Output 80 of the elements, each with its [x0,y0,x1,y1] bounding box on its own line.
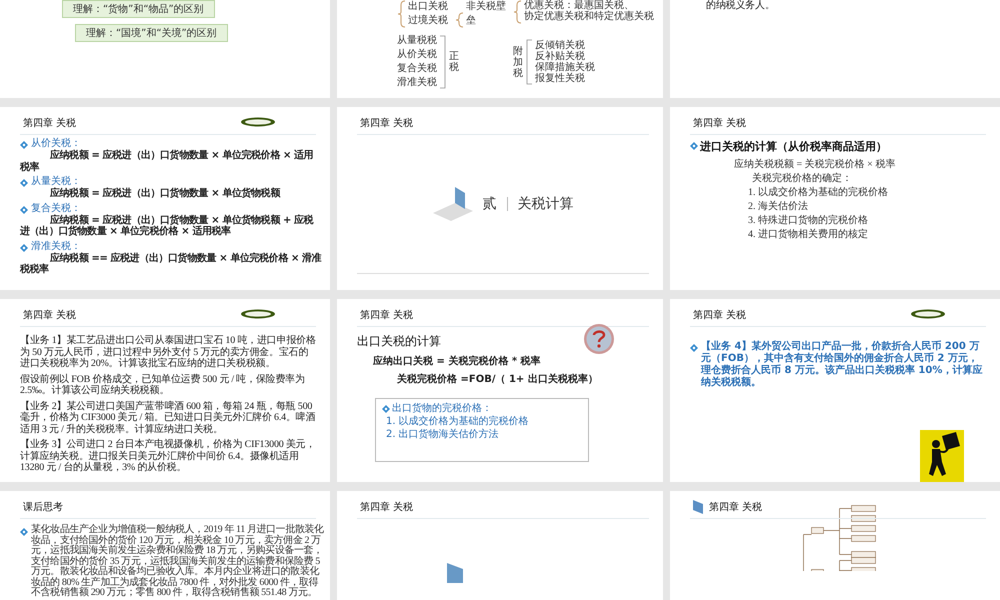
slide-thumbnail[interactable] [0,299,330,482]
group-label: 附加税 [513,46,523,78]
slide-header: 第四章 关税 [23,308,76,322]
formula: 应纳税额 = 应税进（出）口货物数量 × 单位货物税额 + 应税进（出）口货物数量 × 单位完税价格 × 适用税率 [20,214,314,238]
slide-header: 第四章 关税 [360,116,414,130]
bullet-icon [20,141,28,149]
list-heading: 关税完税价格的确定： [752,172,853,186]
slide-thumbnail[interactable]: 理解：“货物”和“物品”的区别 理解：“国境”和“关境”的区别 [0,0,330,98]
folder-shape-icon [432,187,472,221]
formula: 应纳税额 = 应税进（出）口货物数量 × 单位完税价格 × 适用税率 [20,150,314,173]
tax-type-label: 复合关税 [397,62,437,76]
brace-icon [397,0,406,28]
section-title: 关税计算 [518,195,574,213]
paragraph: 【业务 2】某公司进口美国产蓝带啤酒 600 箱，每箱 24 瓶，每瓶 500 毫升，价格为 CIF3000 美元 / 箱。已知进口日美元外汇牌价 6.4。啤酒适用 3 元 / 升的关税税率。计算应纳进口关税。 [20,400,316,435]
bullet-icon [690,142,698,150]
tax-type-label: 从量税税 [397,34,437,48]
slide-heading: 进口关税的计算（从价税率商品适用） [700,139,887,154]
surtax-label: 报复性关税 [535,73,586,84]
slide-header: 第四章 关税 [693,308,746,322]
barrier-label: 非关税壁垒 [466,0,507,28]
brace-icon [513,0,522,24]
slide-thumbnail[interactable]: 第四章 关税 贰 关税计算 [337,107,663,290]
slide-header: 课后思考 [23,500,63,514]
list-item: 3. 特殊进口货物的完税价格 [748,214,869,228]
box-heading: 出口货物的完税价格： [392,402,492,415]
section-number: 贰 [482,195,496,213]
paragraph: 假设前例以 FOB 价格成交，已知单位运费 500 元 / 吨，保险费率为 2.5‰。计算该公司应纳关税税额。 [20,374,306,396]
formula: 应纳关税税额 = 关税完税价格 × 税率 [734,158,896,172]
bullet-icon [20,206,28,214]
slide-header: 第四章 关税 [23,116,76,130]
tax-type-label: 滑准关税 [397,76,437,90]
formula: 关税完税价格 =FOB/（ 1+ 出口关税税率） [397,372,599,386]
list-item: 4. 进口货物相关费用的核定 [748,228,869,242]
note-label: 理解：“国境”和“关境”的区别 [75,24,228,42]
tax-term: 从量关税： [31,176,81,187]
folder-shape-icon [447,563,465,583]
group-label: 正税 [449,51,459,73]
paragraph: 【业务 3】公司进口 2 台日本产电视摄像机，价格为 CIF13000 美元，计算应纳关税。进口报关日美元外汇牌价中间价 6.4。摄像机适用 13280 元 / 台的从量税，3% 的从价税。 [20,439,316,474]
paragraph: 某化妆品生产企业为增值税一般纳税人，2019 年 11 月进口一批散装化妆品，支付给国外的货价 120 万元，相关税金 10 万元，卖方佣金 2 万元，运抵我国海关前发生运杂费和保险费 18 万元，另购买设备一套，支付给国外的货价 35 万元，运抵我国海关前发生的运输费和保险费 5 万元。散装化妆品和设备均已验收入库。本月内企业将进口的散装化妆品的 80% 生产加工为成套化妆品 7800 件，对外批发 6000 件，取得不含税销售额 290 万元；零售 800 件，取得含税销售额 551.48 万元。 [31,525,324,598]
slide-thumbnail[interactable]: 第四章 关税 进口关税的计算（从价税率商品适用） 应纳关税税额 = 关税完税价格 × 税率 关税完税价格的确定： 1. 以成交价格为基础的完税价格 2. 海关估价法 3. 特殊进口货物的完税价格 4. 进口货物相关费用的核定 [670,107,1000,290]
slide-header: 第四章 关税 [693,116,746,130]
slide-thumbnail[interactable]: 第四章 关税 从价关税： 应纳税额 = 应税进（出）口货物数量 × 单位完税价格 × 适用税率 从量关税： 应纳税额 = 应税进（出）口货物数量 × 单位货物税额 复合关税： 应纳税额 = 应税进（出）口货物数量 × 单位货物税额 + 应税进（出）口货物数量 × 单位完税价格 × 适用税率 滑准关税： 应纳税额 == 应税进（出）口货物数量 × 单位完税价格 × 滑准税税率 [0,107,330,290]
paragraph: 【业务 4】某外贸公司出口产品一批，价款折合人民币 200 万元（FOB），其中含有支付给国外的佣金折合人民币 2 万元，理仓费折合人民币 8 万元。该产品出口关税税率 10%，计算应纳关税税额。 [701,341,984,389]
formula: 应纳税额 == 应税进（出）口货物数量 × 单位完税价格 × 滑准税税率 [20,252,322,276]
surtax-label: 反倾销关税 [535,40,586,51]
slide-thumbnail[interactable]: 第四章 关税 【业务 4】某外贸公司出口产品一批，价款折合人民币 200 万元（FOB），其中含有支付给国外的佣金折合人民币 2 万元，理仓费折合人民币 8 万元。该产品出口关税税率 10%，计算应纳关税税额。 [670,299,1000,482]
slide-thumbnail[interactable]: 第四章 关税 [337,491,663,600]
brace-icon [455,12,464,28]
bullet-icon [690,344,698,352]
surtax-label: 反补贴关税 [535,51,585,62]
bullet-icon [382,405,390,413]
tax-term: 从价关税： [31,138,81,149]
bracket-icon [439,35,447,89]
paragraph: 【业务 1】某工艺品进出口公司从泰国进口宝石 10 吨，进口申报价格为 50 万元人民币，进口过程中另外支付 5 万元的卖方佣金。宝石的进口关税税率为 20%。计算该批宝石应纳的进口关税税额。 [20,335,316,370]
tax-type-label: 出口关税 [408,0,448,14]
slide-thumbnail[interactable]: 第四章 关税 [670,491,1000,600]
list-item: 2. 海关估价法 [748,200,809,214]
slide-thumbnail[interactable]: 第四章 关税 出口关税的计算 应纳出口关税 = 关税完税价格 * 税率 关税完税价格 =FOB/（ 1+ 出口关税税率） 出口货物的完税价格： 1. 以成交价格为基础的完税价格 2. 出口货物海关估价方法 [337,299,663,482]
slide-header: 第四章 关税 [360,500,414,514]
preferential-detail: 协定优惠关税和特定优惠关税 [524,11,654,22]
bullet-icon [20,528,28,536]
list-item: 1. 以成交价格为基础的完税价格 [748,186,889,200]
list-item: 1. 以成交价格为基础的完税价格 [386,415,530,428]
slide-header: 第四章 关税 [360,308,414,322]
slide-logo-icon [693,500,705,514]
surtax-label: 保障措施关税 [535,62,595,73]
slide-header: 第四章 关税 [709,500,762,514]
bullet-icon [20,179,28,187]
formula: 应纳税额 = 应税进（出）口货物数量 × 单位货物税额 [49,188,282,200]
bullet-icon [20,244,28,252]
tax-term: 滑准关税： [31,240,81,252]
note-label: 理解：“货物”和“物品”的区别 [62,0,215,18]
tax-type-label: 从价关税 [397,48,437,62]
formula: 应纳出口关税 = 关税完税价格 * 税率 [373,354,542,368]
slide-title: 出口关税的计算 [357,333,441,350]
list-item: 2. 出口货物海关估价方法 [386,428,500,441]
tax-type-label: 过境关税 [408,14,448,28]
clipart-drawing [920,430,964,482]
bracket-icon [525,39,533,85]
tax-term: 复合关税： [31,202,81,214]
